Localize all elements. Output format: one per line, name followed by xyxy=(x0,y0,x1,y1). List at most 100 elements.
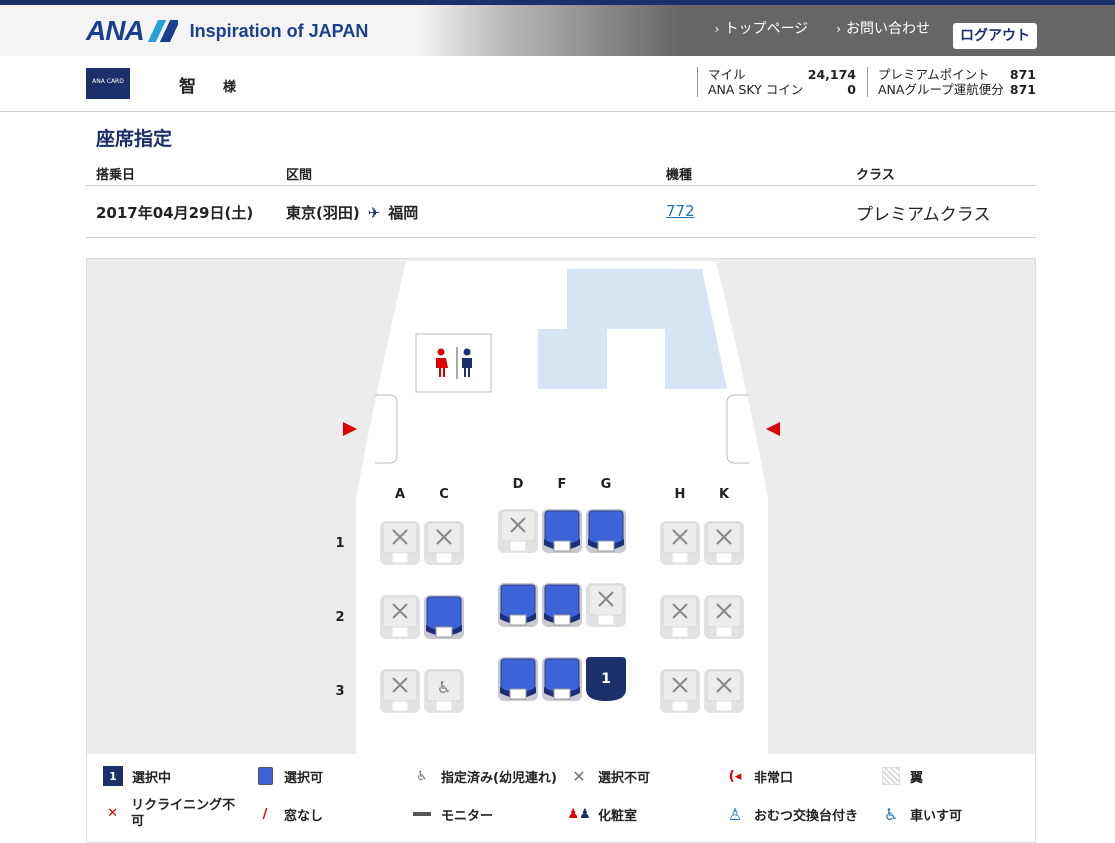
seat-back xyxy=(500,658,536,694)
flight-date: 2017年04月29日(土) xyxy=(96,204,254,222)
exit-arrow-left-icon xyxy=(343,422,357,436)
monitor-icon xyxy=(413,812,431,816)
seat-2c[interactable] xyxy=(424,595,464,639)
column-label-k: K xyxy=(719,487,730,502)
seat-cushion xyxy=(671,700,689,712)
infant-icon: ♿ xyxy=(437,678,451,697)
legend-infant: ♿ 指定済み(幼児連れ) xyxy=(412,766,557,786)
seat-cushion xyxy=(597,614,615,626)
exit-icon: (◂ xyxy=(728,768,742,784)
seat-cushion xyxy=(435,700,453,712)
no-window-icon: / xyxy=(262,806,268,822)
seat-2d[interactable] xyxy=(498,583,538,627)
stat-miles: マイル 24,174 xyxy=(708,67,856,82)
seat-1f[interactable] xyxy=(542,509,582,553)
column-label-a: A xyxy=(395,487,405,502)
legend-no-window: / 窓なし xyxy=(255,804,323,824)
seat-2f[interactable] xyxy=(542,583,582,627)
unavailable-seat-icon: ✕ xyxy=(572,766,586,786)
global-header: ANA Inspiration of JAPAN トップページ お問い合わせ ロ… xyxy=(0,0,1115,56)
seat-cushion xyxy=(553,688,571,700)
legend-wheelchair: ♿ 車いす可 xyxy=(881,804,962,824)
header-class: クラス xyxy=(856,168,895,183)
legend-unavailable: ✕ 選択不可 xyxy=(569,766,650,786)
seat-3g[interactable]: 1 xyxy=(586,657,626,701)
seat-cushion xyxy=(597,540,615,552)
header-route: 区間 xyxy=(286,168,313,183)
ana-stripes-icon xyxy=(147,20,178,42)
selected-seat-number: 1 xyxy=(601,671,611,687)
seat-cushion xyxy=(509,688,527,700)
seat-1d xyxy=(498,509,538,553)
seat-back xyxy=(544,584,580,620)
destination: 福岡 xyxy=(388,204,419,222)
member-stats: マイル 24,174 ANA SKY コイン 0 プレミアムポイント 871 ANAグ… xyxy=(697,67,1036,97)
cabin-class: プレミアムクラス xyxy=(856,205,991,225)
diaper-changing-icon: ♙ xyxy=(727,804,743,824)
seat-back xyxy=(544,658,580,694)
legend-monitor: モニター xyxy=(412,804,493,824)
seat-1g[interactable] xyxy=(586,509,626,553)
row-label-2: 2 xyxy=(335,610,344,625)
legend-exit: (◂ 非常口 xyxy=(725,766,793,786)
row-label-3: 3 xyxy=(335,684,344,699)
seat-cushion xyxy=(671,626,689,638)
seat-cushion xyxy=(715,700,733,712)
seat-1a xyxy=(380,521,420,565)
exit-arrow-right-icon xyxy=(766,422,780,436)
seat-cushion xyxy=(715,552,733,564)
header-aircraft: 機種 xyxy=(666,168,693,183)
no-recline-icon: ✕ xyxy=(107,806,119,821)
seat-3a xyxy=(380,669,420,713)
flight-route: 東京(羽田) ✈ 福岡 xyxy=(286,202,418,223)
stat-premium-points: プレミアムポイント 871 xyxy=(878,67,1036,82)
column-label-h: H xyxy=(675,487,686,502)
seat-2h xyxy=(660,595,700,639)
selected-seat-icon: 1 xyxy=(103,766,123,786)
seat-3f[interactable] xyxy=(542,657,582,701)
seat-cushion xyxy=(553,540,571,552)
seat-3c: ♿ xyxy=(424,669,464,713)
seat-cushion xyxy=(391,552,409,564)
column-label-c: C xyxy=(439,487,449,502)
seat-back xyxy=(500,584,536,620)
lavatory-box xyxy=(415,333,492,393)
ana-logo[interactable]: ANA Inspiration of JAPAN xyxy=(86,15,368,47)
airplane-icon: ✈ xyxy=(367,204,381,222)
page-title: 座席指定 xyxy=(96,128,173,150)
nav-contact-link[interactable]: お問い合わせ xyxy=(836,18,930,38)
seat-cushion xyxy=(715,626,733,638)
seat-cushion xyxy=(671,552,689,564)
column-label-d: D xyxy=(513,477,524,492)
seat-cushion xyxy=(509,614,527,626)
seat-cushion xyxy=(435,552,453,564)
seat-2a xyxy=(380,595,420,639)
lavatory-small-icon: ♟ ♟ xyxy=(567,806,591,822)
origin: 東京(羽田) xyxy=(286,204,360,222)
wing-icon xyxy=(882,767,900,785)
seat-3d[interactable] xyxy=(498,657,538,701)
global-nav: トップページ お問い合わせ xyxy=(715,18,930,38)
legend-lavatory: ♟ ♟ 化粧室 xyxy=(567,804,637,824)
seat-cushion xyxy=(509,540,527,552)
flight-table-header: 搭乗日 区間 機種 クラス xyxy=(86,161,1036,186)
legend-wing: 翼 xyxy=(881,766,923,786)
infant-seat-icon: ♿ xyxy=(416,768,428,784)
nav-top-page-link[interactable]: トップページ xyxy=(715,18,808,38)
fuselage-svg: A C D F G H K 1 2 3 ♿ 1 xyxy=(335,261,780,759)
member-name: 智 xyxy=(179,77,196,97)
seat-legend: 1 選択中 選択可 ♿ 指定済み(幼児連れ) ✕ 選択不可 (◂ 非常口 翼 ✕ リクライ… xyxy=(86,754,1036,843)
seat-2k xyxy=(704,595,744,639)
seat-back xyxy=(426,596,462,632)
header-date: 搭乗日 xyxy=(96,168,136,183)
aircraft-link[interactable]: 772 xyxy=(666,202,695,220)
seat-1h xyxy=(660,521,700,565)
seat-1c xyxy=(424,521,464,565)
logout-button[interactable]: ログアウト xyxy=(953,23,1037,49)
available-seat-icon xyxy=(257,767,273,785)
seat-cushion xyxy=(435,626,453,638)
wheelchair-icon: ♿ xyxy=(883,804,899,824)
ana-card-icon: ANA CARD xyxy=(86,68,130,99)
brand-text: ANA xyxy=(86,15,145,46)
stat-sky-coin: ANA SKY コイン 0 xyxy=(708,82,856,97)
